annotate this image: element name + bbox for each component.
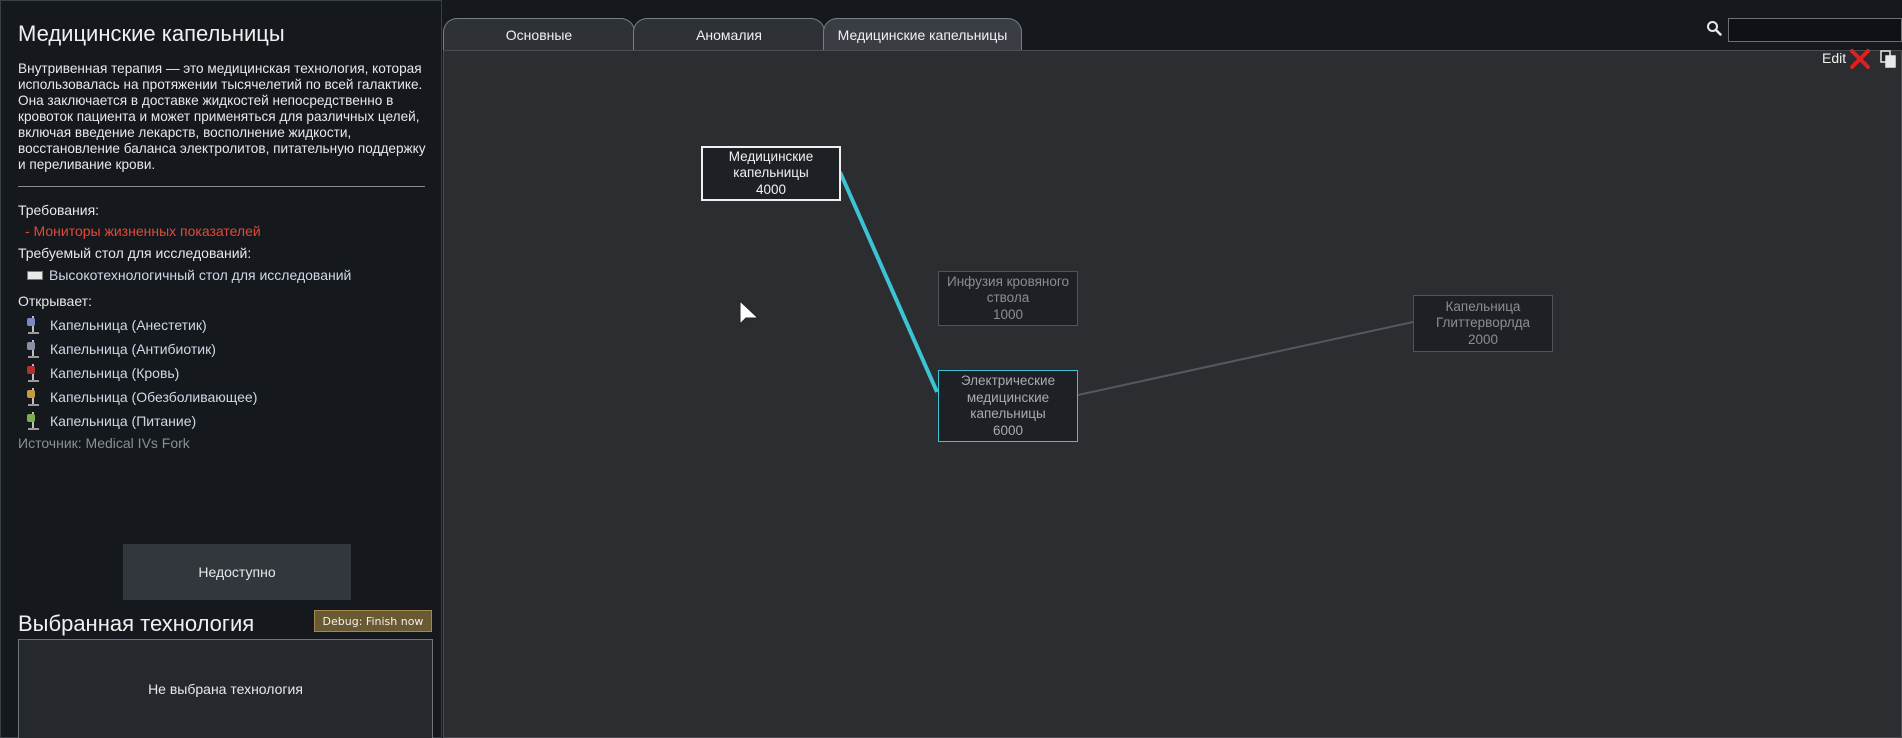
unlock-label: Капельница (Антибиотик) xyxy=(50,341,216,357)
tab-anomaly[interactable]: Аномалия xyxy=(633,18,825,51)
unavailable-button[interactable]: Недоступно xyxy=(123,544,351,600)
iv-drip-icon xyxy=(25,411,41,431)
node-cost: 1000 xyxy=(992,306,1024,322)
node-cost: 6000 xyxy=(992,422,1024,438)
node-name: Медицинские капельницы xyxy=(728,148,814,181)
edit-button[interactable]: Edit xyxy=(1822,50,1846,66)
unlock-item[interactable]: Капельница (Обезболивающее) xyxy=(25,385,257,409)
close-icon[interactable] xyxy=(1849,48,1871,70)
tech-node-electric-ivs[interactable]: Электрические медицинские капельницы 600… xyxy=(938,370,1078,442)
bench-item[interactable]: Высокотехнологичный стол для исследовани… xyxy=(27,267,351,283)
tech-node-blood-infusion[interactable]: Инфузия кровяного ствола 1000 xyxy=(938,271,1078,326)
tab-main[interactable]: Основные xyxy=(443,18,635,51)
iv-drip-icon xyxy=(25,339,41,359)
node-name: Инфузия кровяного ствола xyxy=(946,273,1069,306)
search-input[interactable] xyxy=(1728,18,1902,42)
unlock-item[interactable]: Капельница (Питание) xyxy=(25,409,257,433)
debug-finish-button[interactable]: Debug: Finish now xyxy=(314,610,432,632)
unlocks-label: Открывает: xyxy=(18,293,92,309)
divider xyxy=(18,186,425,187)
iv-drip-icon xyxy=(25,315,41,335)
node-cost: 2000 xyxy=(1467,331,1499,347)
iv-drip-icon xyxy=(25,387,41,407)
iv-drip-icon xyxy=(25,363,41,383)
tech-node-medical-ivs[interactable]: Медицинские капельницы 4000 xyxy=(701,146,841,201)
research-tree-canvas[interactable] xyxy=(443,50,1902,738)
requirements-label: Требования: xyxy=(18,202,100,218)
node-name: Капельница Глиттерворлда xyxy=(1435,298,1531,331)
bench-label: Требуемый стол для исследований: xyxy=(18,245,252,261)
selected-tech-box: Не выбрана технология xyxy=(18,639,433,738)
research-bench-icon xyxy=(27,270,43,280)
source-label: Источник: Medical IVs Fork xyxy=(18,435,190,451)
unlock-label: Капельница (Анестетик) xyxy=(50,317,207,333)
unlock-label: Капельница (Обезболивающее) xyxy=(50,389,258,405)
node-name: Электрические медицинские капельницы xyxy=(960,373,1056,421)
unlock-label: Капельница (Питание) xyxy=(50,413,197,429)
mouse-cursor-icon xyxy=(739,300,759,326)
unlocks-list: Капельница (Анестетик) Капельница (Антиб… xyxy=(25,313,257,433)
copy-icon[interactable] xyxy=(1880,50,1896,68)
tab-medical-ivs[interactable]: Медицинские капельницы xyxy=(823,18,1022,51)
bench-name: Высокотехнологичный стол для исследовани… xyxy=(49,267,352,283)
tab-label: Основные xyxy=(505,27,573,43)
tech-node-glitterworld-iv[interactable]: Капельница Глиттерворлда 2000 xyxy=(1413,295,1553,352)
tab-label: Медицинские капельницы xyxy=(837,27,1008,43)
tech-title: Медицинские капельницы xyxy=(18,21,285,46)
unlock-item[interactable]: Капельница (Кровь) xyxy=(25,361,257,385)
unlock-item[interactable]: Капельница (Антибиотик) xyxy=(25,337,257,361)
tech-description: Внутривенная терапия — это медицинская т… xyxy=(18,61,426,172)
tab-label: Аномалия xyxy=(696,27,762,43)
selected-tech-title: Выбранная технология xyxy=(18,611,255,636)
search-icon[interactable] xyxy=(1706,20,1722,36)
node-cost: 4000 xyxy=(755,181,787,197)
tech-info-panel: Медицинские капельницы Внутривенная тера… xyxy=(0,0,442,738)
requirement-item[interactable]: - Мониторы жизненных показателей xyxy=(25,223,261,239)
unlock-item[interactable]: Капельница (Анестетик) xyxy=(25,313,257,337)
no-selection-text: Не выбрана технология xyxy=(148,681,303,697)
unlock-label: Капельница (Кровь) xyxy=(50,365,180,381)
